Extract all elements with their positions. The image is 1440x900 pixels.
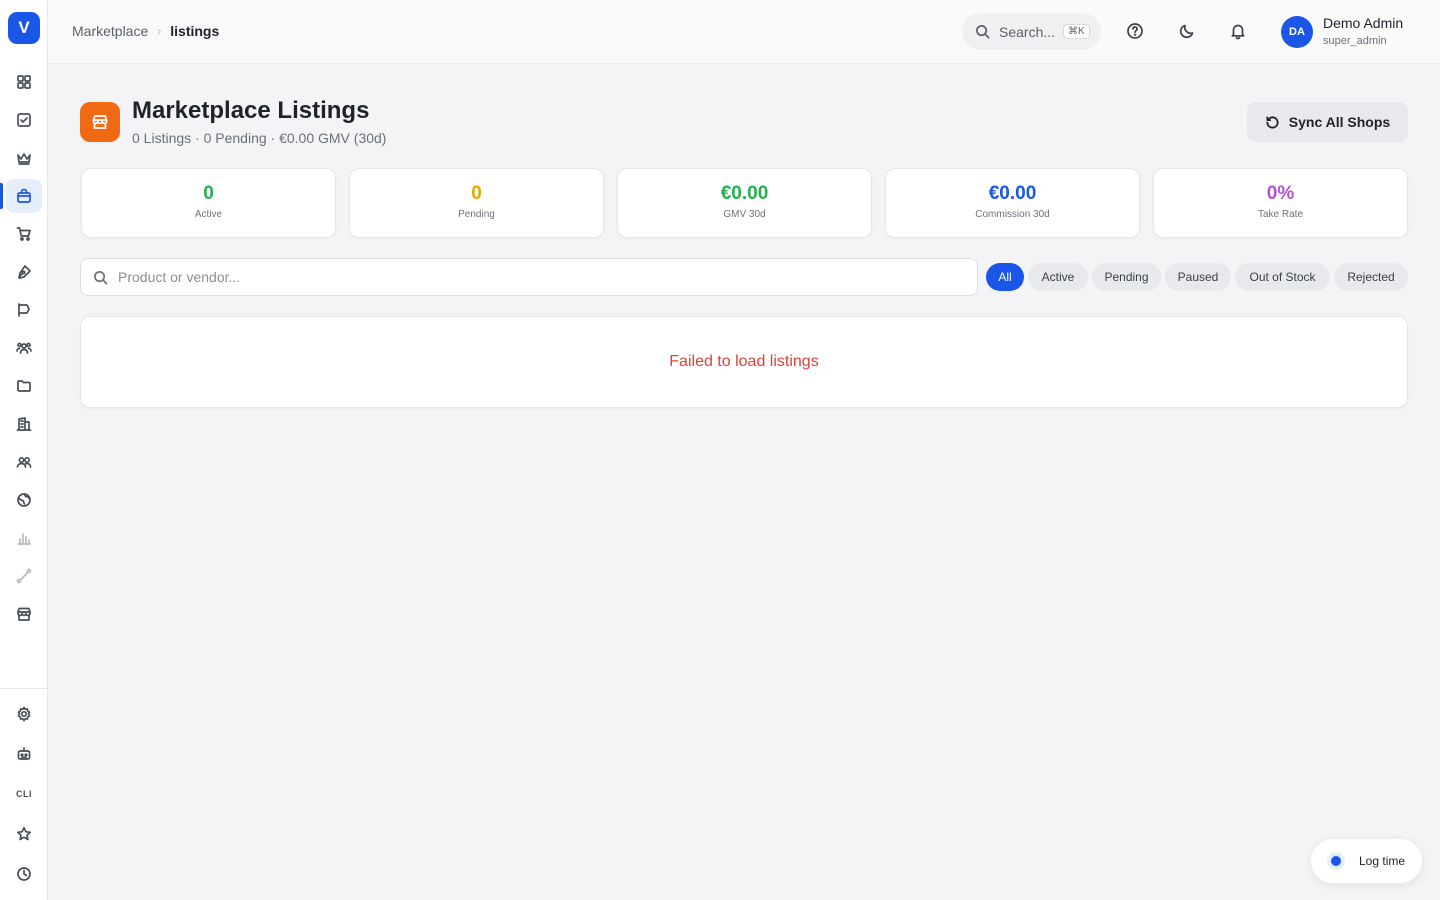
user-name[interactable]: Demo Admin [1323, 15, 1403, 31]
star-icon [16, 826, 32, 841]
stat-value: €0.00 [720, 183, 769, 204]
cli-icon: CLI [16, 789, 32, 799]
moon-icon [1179, 24, 1194, 39]
sidebar-item-dashboard[interactable] [6, 65, 42, 99]
global-search-placeholder: Search... [999, 23, 1056, 40]
stat-label: Pending [458, 209, 495, 220]
breadcrumb-current: listings [170, 23, 220, 39]
sidebar-divider [0, 688, 48, 689]
stat-card-gmv: €0.00 GMV 30d [617, 168, 872, 238]
stat-card-commission: €0.00 Commission 30d [885, 168, 1140, 238]
sidebar-item-assistant[interactable] [6, 737, 42, 771]
sidebar-item-tasks[interactable] [6, 103, 42, 137]
sidebar-item-analytics[interactable] [6, 521, 42, 555]
clock-icon [17, 867, 31, 881]
refresh-icon [1266, 115, 1279, 128]
shopping-bag-icon [17, 188, 31, 203]
sidebar-item-marketplace[interactable] [6, 179, 42, 213]
pen-nib-icon [18, 265, 31, 279]
chevron-right-icon: › [157, 24, 162, 38]
store-icon [92, 115, 108, 129]
filter-chip-active[interactable]: Active [1028, 263, 1088, 291]
building-icon [16, 417, 32, 431]
breadcrumb-root[interactable]: Marketplace [72, 23, 148, 39]
stat-card-take-rate: 0% Take Rate [1153, 168, 1408, 238]
stat-label: GMV 30d [723, 209, 766, 220]
search-icon [94, 270, 108, 284]
page-title-icon [80, 102, 120, 142]
search-icon [976, 25, 990, 39]
logo-letter: V [18, 18, 30, 37]
sidebar: V CLI [0, 0, 48, 900]
sidebar-item-contacts[interactable] [6, 445, 42, 479]
sidebar-item-files[interactable] [6, 369, 42, 403]
sidebar-item-settings[interactable] [6, 697, 42, 731]
sidebar-item-stores[interactable] [6, 597, 42, 631]
page-title: Marketplace Listings [132, 97, 370, 124]
sidebar-item-history[interactable] [6, 857, 42, 891]
app-logo[interactable]: V [8, 12, 40, 44]
sidebar-item-content[interactable] [6, 255, 42, 289]
gear-icon [17, 706, 31, 722]
cart-icon [16, 227, 31, 241]
route-icon [16, 568, 32, 584]
sidebar-item-orders[interactable] [6, 217, 42, 251]
theme-toggle-button[interactable] [1177, 21, 1197, 41]
stat-value: 0% [1266, 183, 1295, 204]
sidebar-item-workflows[interactable] [6, 559, 42, 593]
listing-search-field[interactable] [80, 258, 978, 296]
breadcrumb: Marketplace › listings [72, 23, 219, 39]
stat-label: Take Rate [1257, 209, 1304, 220]
filter-chip-out-of-stock[interactable]: Out of Stock [1235, 263, 1330, 291]
grid-icon [17, 75, 31, 89]
store-icon [17, 607, 31, 621]
sidebar-item-web[interactable] [6, 483, 42, 517]
timer-icon [1327, 852, 1345, 870]
filter-chip-paused[interactable]: Paused [1165, 263, 1231, 291]
page-subtitle: 0 Listings · 0 Pending · €0.00 GMV (30d) [132, 130, 387, 146]
sidebar-item-favorites[interactable] [6, 817, 42, 851]
globe-icon [17, 493, 31, 507]
top-header: Marketplace › listings Search... ⌘K DA D… [48, 0, 1440, 64]
sidebar-item-cli[interactable]: CLI [6, 777, 42, 811]
global-search[interactable]: Search... ⌘K [962, 13, 1101, 50]
users-group-icon [16, 342, 32, 354]
checkbox-icon [17, 113, 31, 127]
crown-icon [17, 153, 31, 165]
search-shortcut: ⌘K [1063, 24, 1090, 39]
bell-icon [1231, 24, 1245, 40]
log-time-label: Log time [1359, 854, 1406, 868]
stat-label: Active [194, 209, 223, 220]
stat-label: Commission 30d [975, 209, 1050, 220]
stat-value: 0 [471, 183, 482, 204]
listing-search-input[interactable] [118, 269, 938, 285]
bar-chart-icon [17, 533, 31, 545]
user-role: super_admin [1323, 35, 1387, 47]
help-circle-icon [1127, 23, 1143, 39]
people-icon [16, 456, 32, 468]
flag-icon [18, 303, 30, 317]
sidebar-item-campaigns[interactable] [6, 293, 42, 327]
listings-panel: Failed to load listings [80, 316, 1408, 408]
filter-chip-rejected[interactable]: Rejected [1334, 263, 1408, 291]
sidebar-item-companies[interactable] [6, 407, 42, 441]
error-message: Failed to load listings [669, 353, 819, 370]
filter-chip-pending[interactable]: Pending [1092, 263, 1161, 291]
notifications-button[interactable] [1228, 21, 1248, 41]
stat-value: 0 [203, 183, 214, 204]
active-indicator [0, 183, 3, 209]
sidebar-item-premium[interactable] [6, 141, 42, 175]
sync-all-shops-button[interactable]: Sync All Shops [1247, 102, 1408, 142]
robot-icon [17, 747, 31, 760]
folder-icon [17, 380, 31, 392]
stat-value: €0.00 [988, 183, 1037, 204]
sidebar-item-teams[interactable] [6, 331, 42, 365]
filter-chip-all[interactable]: All [986, 263, 1024, 291]
stat-card-active: 0 Active [81, 168, 336, 238]
help-button[interactable] [1125, 21, 1145, 41]
log-time-button[interactable]: Log time [1310, 838, 1423, 884]
sync-all-shops-label: Sync All Shops [1288, 114, 1391, 130]
stat-card-pending: 0 Pending [349, 168, 604, 238]
avatar[interactable]: DA [1281, 16, 1313, 48]
